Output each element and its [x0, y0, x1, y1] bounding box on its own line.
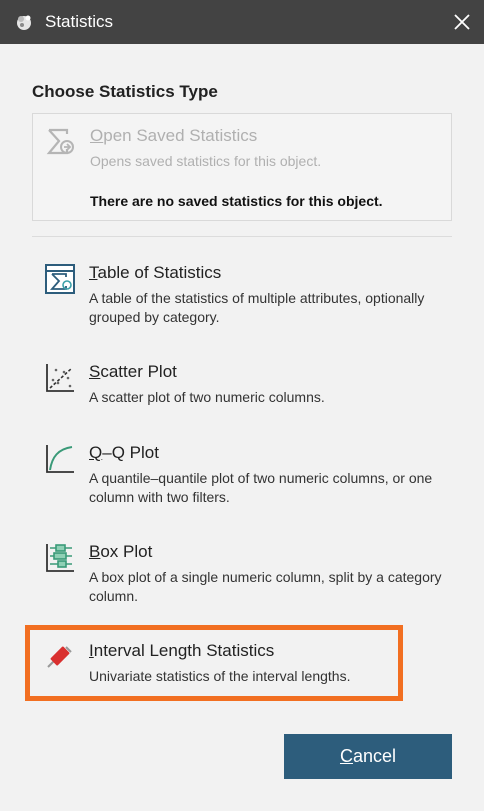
title-bar: Statistics: [0, 0, 484, 44]
section-heading: Choose Statistics Type: [32, 82, 218, 101]
scatter-plot-option[interactable]: Scatter Plot A scatter plot of two numer…: [32, 350, 452, 420]
interval-length-icon: [47, 646, 72, 668]
box-plot-option[interactable]: Box Plot A box plot of a single numeric …: [32, 530, 452, 618]
close-icon: [454, 14, 470, 30]
option-description: A box plot of a single numeric column, s…: [89, 569, 442, 604]
option-description: Univariate statistics of the interval le…: [89, 668, 351, 684]
divider: [32, 236, 452, 237]
sigma-open-icon: [46, 128, 74, 155]
option-title: Q–Q Plot: [89, 443, 159, 462]
scatter-plot-icon: [46, 364, 74, 392]
leapfrog-icon: [17, 15, 31, 30]
qq-plot-icon: [46, 445, 74, 473]
option-title: Open Saved Statistics: [90, 126, 258, 145]
box-plot-icon: [46, 544, 74, 572]
table-of-statistics-option[interactable]: Table of Statistics A table of the stati…: [32, 251, 452, 335]
open-saved-statistics-option: Open Saved Statistics Opens saved statis…: [32, 113, 452, 221]
option-title: Table of Statistics: [89, 263, 222, 282]
close-button[interactable]: [440, 0, 484, 44]
option-description: A quantile–quantile plot of two numeric …: [89, 470, 433, 505]
option-title: Scatter Plot: [89, 362, 177, 381]
option-description: Opens saved statistics for this object.: [90, 153, 322, 169]
option-title: Interval Length Statistics: [89, 641, 275, 660]
option-description: A table of the statistics of multiple at…: [89, 290, 425, 325]
option-description: A scatter plot of two numeric columns.: [89, 389, 325, 405]
interval-length-statistics-option[interactable]: Interval Length Statistics Univariate st…: [32, 629, 452, 699]
qq-plot-option[interactable]: Q–Q Plot A quantile–quantile plot of two…: [32, 431, 452, 519]
table-sigma-icon: [45, 264, 75, 294]
option-title: Box Plot: [89, 542, 153, 561]
window-title: Statistics: [45, 12, 114, 31]
no-saved-statistics-note: There are no saved statistics for this o…: [90, 193, 383, 209]
cancel-button[interactable]: Cancel: [284, 734, 452, 779]
